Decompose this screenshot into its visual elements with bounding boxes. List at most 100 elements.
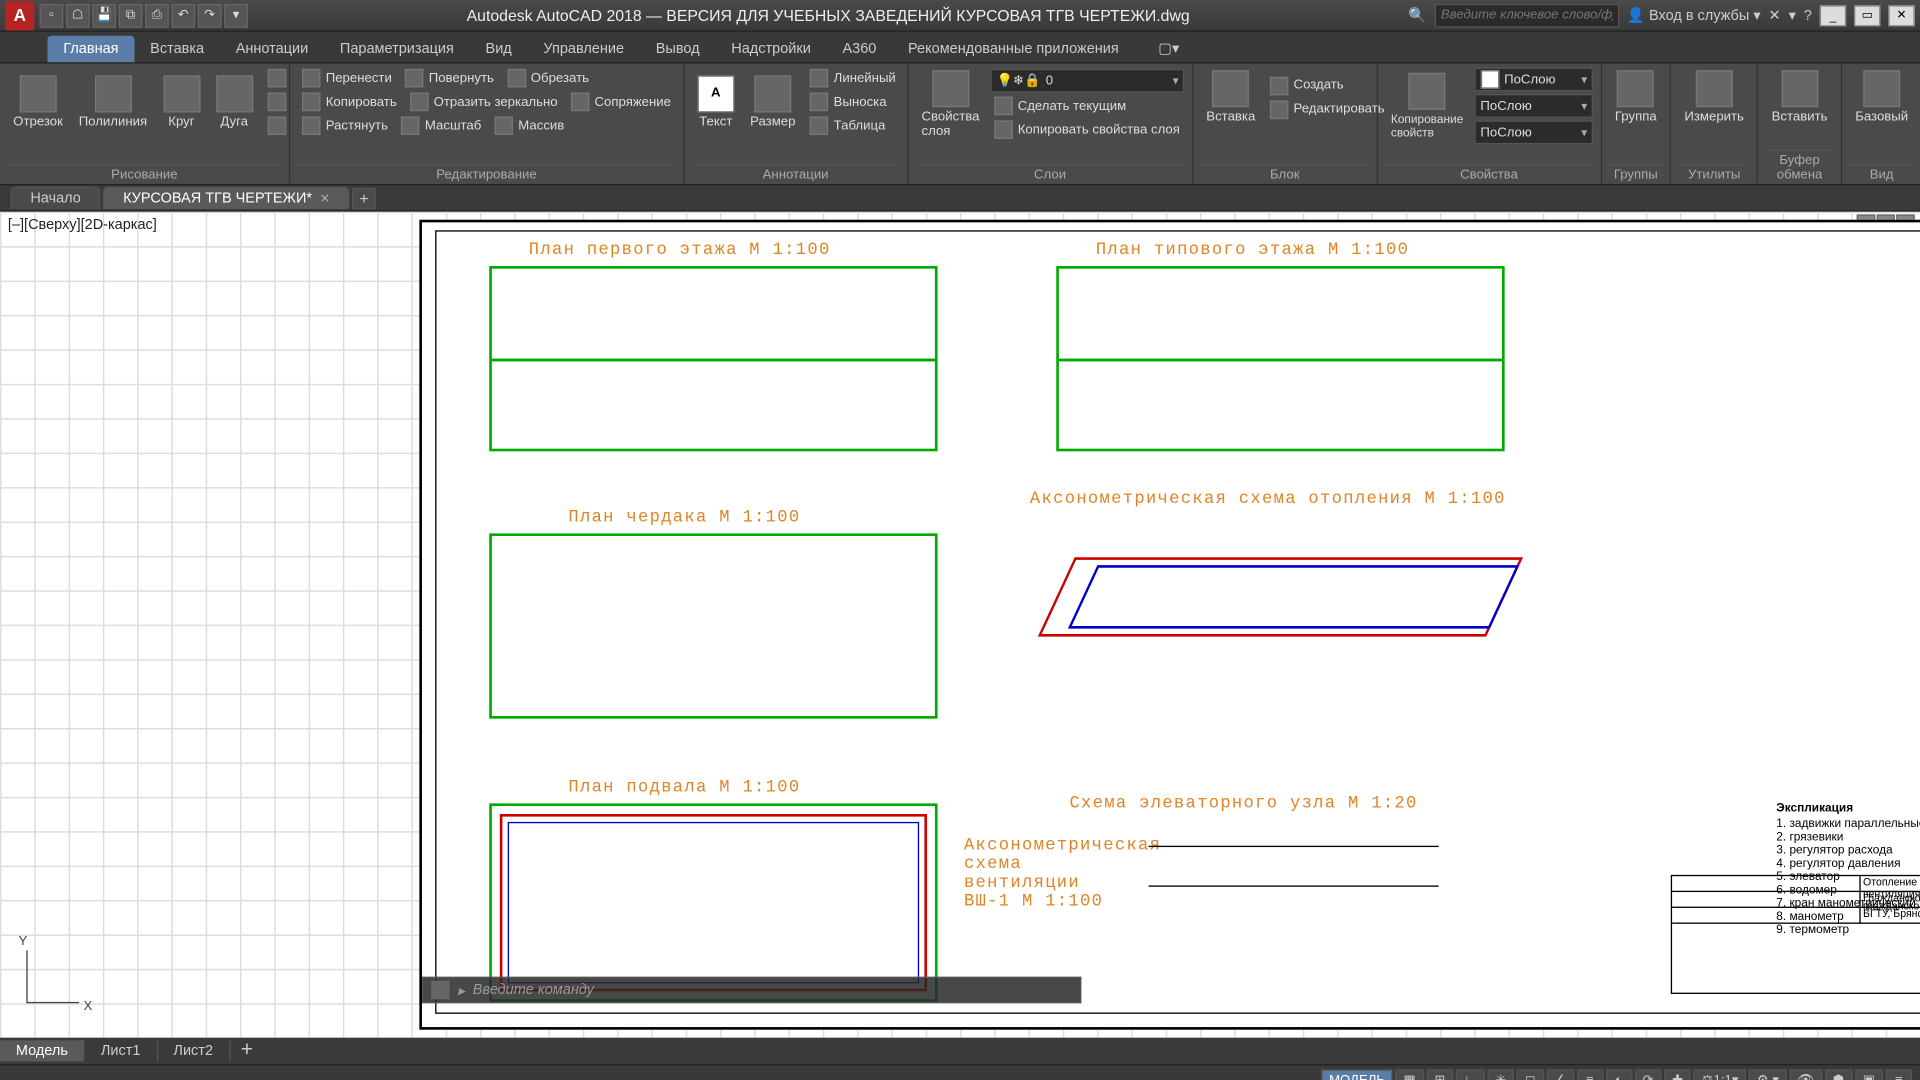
rotate-button[interactable]: Повернуть (401, 68, 498, 89)
status-hardware-icon[interactable]: ⬢ (1825, 1069, 1852, 1080)
maximize-button[interactable]: ▭ (1854, 5, 1880, 26)
tab-featured[interactable]: Рекомендованные приложения (892, 36, 1134, 62)
dimension-button[interactable]: Размер (745, 72, 801, 132)
copy-button[interactable]: Копировать (298, 91, 401, 112)
layout-tab-2[interactable]: Лист2 (158, 1040, 231, 1061)
status-cleanscreen-icon[interactable]: ▣ (1855, 1069, 1883, 1080)
scale-button[interactable]: Масштаб (397, 115, 485, 136)
insert-block-button[interactable]: Вставка (1201, 68, 1261, 128)
exchange-icon[interactable]: ✕ (1769, 7, 1781, 24)
close-button[interactable]: ✕ (1888, 5, 1914, 26)
stayconnected-icon[interactable]: ▾ (1789, 7, 1796, 24)
tab-home[interactable]: Главная (47, 36, 134, 62)
draw-more1-button[interactable] (263, 68, 289, 89)
panel-groups-title[interactable]: Группы (1610, 164, 1662, 183)
tab-insert[interactable]: Вставка (134, 36, 220, 62)
status-isolate-icon[interactable]: 👁 (1790, 1069, 1823, 1080)
layer-combo[interactable]: 💡❄🔒 0 (990, 69, 1184, 93)
tab-parametric[interactable]: Параметризация (324, 36, 470, 62)
arc-button[interactable]: Дуга (210, 72, 257, 132)
draw-more2-button[interactable] (263, 91, 289, 112)
app-menu-icon[interactable]: A (5, 1, 34, 30)
linetype-combo[interactable]: ПоСлою (1474, 120, 1593, 144)
color-combo[interactable]: ПоСлою (1474, 68, 1593, 92)
linear-button[interactable]: Линейный (806, 68, 900, 89)
panel-layers-title[interactable]: Слои (916, 164, 1184, 183)
edit-block-button[interactable]: Редактировать (1266, 99, 1389, 120)
measure-button[interactable]: Измерить (1679, 68, 1749, 128)
panel-draw-title[interactable]: Рисование (8, 164, 281, 183)
panel-block-title[interactable]: Блок (1201, 164, 1368, 183)
status-modelspace[interactable]: МОДЕЛЬ (1321, 1069, 1393, 1080)
status-customize-icon[interactable]: ≡ (1886, 1069, 1912, 1080)
status-osnap-icon[interactable]: ◻ (1517, 1069, 1544, 1080)
layer-properties-button[interactable]: Свойства слоя (916, 68, 984, 142)
group-button[interactable]: Группа (1610, 68, 1662, 128)
layout-tab-model[interactable]: Модель (0, 1040, 85, 1061)
tab-manage[interactable]: Управление (528, 36, 640, 62)
qat-saveas-icon[interactable]: ⧉ (119, 3, 143, 27)
qat-undo-icon[interactable]: ↶ (171, 3, 195, 27)
doc-tab-close-icon[interactable]: ✕ (320, 192, 330, 205)
help-icon[interactable]: ? (1804, 7, 1812, 23)
qat-new-icon[interactable]: ▫ (40, 3, 64, 27)
status-cycling-icon[interactable]: ⟳ (1635, 1069, 1662, 1080)
status-lweight-icon[interactable]: ≡ (1577, 1069, 1603, 1080)
qat-save-icon[interactable]: 💾 (92, 3, 116, 27)
create-block-button[interactable]: Создать (1266, 75, 1389, 96)
leader-button[interactable]: Выноска (806, 91, 900, 112)
line-button[interactable]: Отрезок (8, 72, 68, 132)
panel-annot-title[interactable]: Аннотации (692, 164, 899, 183)
drawing-canvas[interactable]: [–][Сверху][2D-каркас] _ ▭ ✕ С З В Ю Све… (0, 212, 1920, 1038)
status-ortho-icon[interactable]: ∟ (1456, 1069, 1485, 1080)
infocenter-search-input[interactable] (1434, 3, 1619, 27)
infocenter-search-icon[interactable]: 🔍 (1408, 7, 1426, 24)
qat-plot-icon[interactable]: ⎙ (145, 3, 169, 27)
table-button[interactable]: Таблица (806, 115, 900, 136)
doc-tab-start[interactable]: Начало (11, 187, 101, 210)
array-button[interactable]: Массив (491, 115, 569, 136)
stretch-button[interactable]: Растянуть (298, 115, 392, 136)
paste-button[interactable]: Вставить (1766, 68, 1832, 128)
tab-a360[interactable]: A360 (827, 36, 893, 62)
ribbon-collapse-icon[interactable]: ▢▾ (1142, 34, 1195, 62)
polyline-button[interactable]: Полилиния (73, 72, 152, 132)
status-transparency-icon[interactable]: ◐ (1606, 1069, 1632, 1080)
make-current-button[interactable]: Сделать текущим (990, 95, 1184, 116)
qat-more-icon[interactable]: ▾ (224, 3, 248, 27)
panel-properties-title[interactable]: Свойства (1386, 164, 1593, 183)
minimize-button[interactable]: _ (1820, 5, 1846, 26)
status-annomon-icon[interactable]: ✚ (1664, 1069, 1691, 1080)
tab-output[interactable]: Вывод (640, 36, 716, 62)
qat-redo-icon[interactable]: ↷ (198, 3, 222, 27)
circle-button[interactable]: Круг (158, 72, 205, 132)
text-button[interactable]: AТекст (692, 72, 739, 132)
tab-addins[interactable]: Надстройки (715, 36, 826, 62)
baseview-button[interactable]: Базовый (1850, 68, 1913, 128)
status-annoscale[interactable]: ⚖ 1:1 ▾ (1694, 1069, 1747, 1080)
command-history-icon[interactable] (431, 981, 449, 1000)
panel-view-title[interactable]: Вид (1850, 164, 1913, 183)
fillet-button[interactable]: Сопряжение (567, 91, 675, 112)
match-layer-button[interactable]: Копировать свойства слоя (990, 119, 1184, 140)
panel-util-title[interactable]: Утилиты (1679, 164, 1749, 183)
status-polar-icon[interactable]: ✳ (1487, 1069, 1514, 1080)
signin-button[interactable]: 👤 Вход в службы ▾ (1627, 7, 1761, 24)
status-ws-icon[interactable]: ⚙ ▾ (1749, 1069, 1787, 1080)
panel-clip-title[interactable]: Буфер обмена (1766, 150, 1832, 183)
command-line[interactable]: ▸ Введите команду (422, 977, 1081, 1003)
layout-tab-1[interactable]: Лист1 (85, 1040, 158, 1061)
draw-more3-button[interactable] (263, 115, 289, 136)
doc-tab-new-button[interactable]: + (352, 187, 376, 208)
status-otrack-icon[interactable]: ∠ (1546, 1069, 1574, 1080)
mirror-button[interactable]: Отразить зеркально (406, 91, 562, 112)
trim-button[interactable]: Обрезать (503, 68, 593, 89)
ucs-icon[interactable]: Y X (16, 934, 95, 1013)
move-button[interactable]: Перенести (298, 68, 396, 89)
doc-tab-current[interactable]: КУРСОВАЯ ТГВ ЧЕРТЕЖИ*✕ (103, 187, 349, 210)
layout-add-button[interactable]: + (230, 1036, 263, 1065)
viewport-label[interactable]: [–][Сверху][2D-каркас] (8, 217, 157, 233)
tab-annotate[interactable]: Аннотации (220, 36, 324, 62)
match-properties-button[interactable]: Копирование свойств (1386, 70, 1469, 141)
tab-view[interactable]: Вид (470, 36, 528, 62)
